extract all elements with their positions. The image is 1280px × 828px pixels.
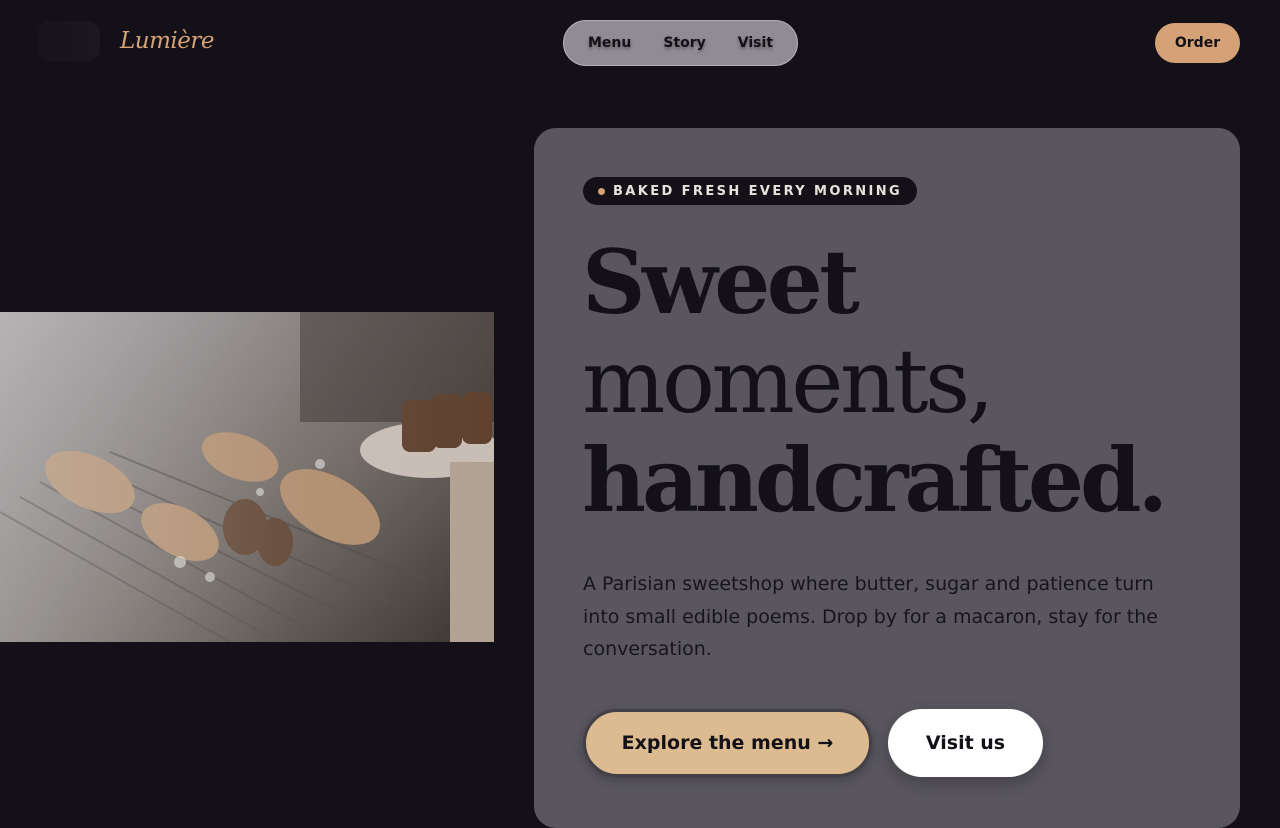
- nav-link-visit[interactable]: Visit: [738, 35, 773, 51]
- hero-photo: [0, 312, 494, 642]
- visit-us-button[interactable]: Visit us: [888, 709, 1043, 777]
- explore-menu-button[interactable]: Explore the menu →: [583, 709, 872, 777]
- brand[interactable]: Lumière: [38, 18, 214, 64]
- freshness-badge: BAKED FRESH EVERY MORNING: [583, 177, 918, 205]
- hero-card: BAKED FRESH EVERY MORNING Sweet moments,…: [534, 128, 1240, 828]
- badge-dot-icon: [598, 188, 605, 195]
- badge-label: BAKED FRESH EVERY MORNING: [613, 183, 903, 199]
- headline-line-2: moments,: [582, 330, 995, 433]
- brand-name: Lumière: [120, 28, 214, 54]
- nav-link-story[interactable]: Story: [663, 35, 705, 51]
- nav-link-menu[interactable]: Menu: [588, 35, 631, 51]
- hero-intro: A Parisian sweetshop where butter, sugar…: [583, 573, 1158, 660]
- logo-mark: [38, 21, 100, 61]
- main-nav: Menu Story Visit: [563, 20, 798, 66]
- headline-line-1: Sweet: [582, 230, 860, 334]
- hero-headline: Sweet moments, handcrafted.: [582, 230, 1168, 532]
- headline-line-3: handcrafted.: [582, 428, 1168, 532]
- order-button[interactable]: Order: [1155, 23, 1240, 63]
